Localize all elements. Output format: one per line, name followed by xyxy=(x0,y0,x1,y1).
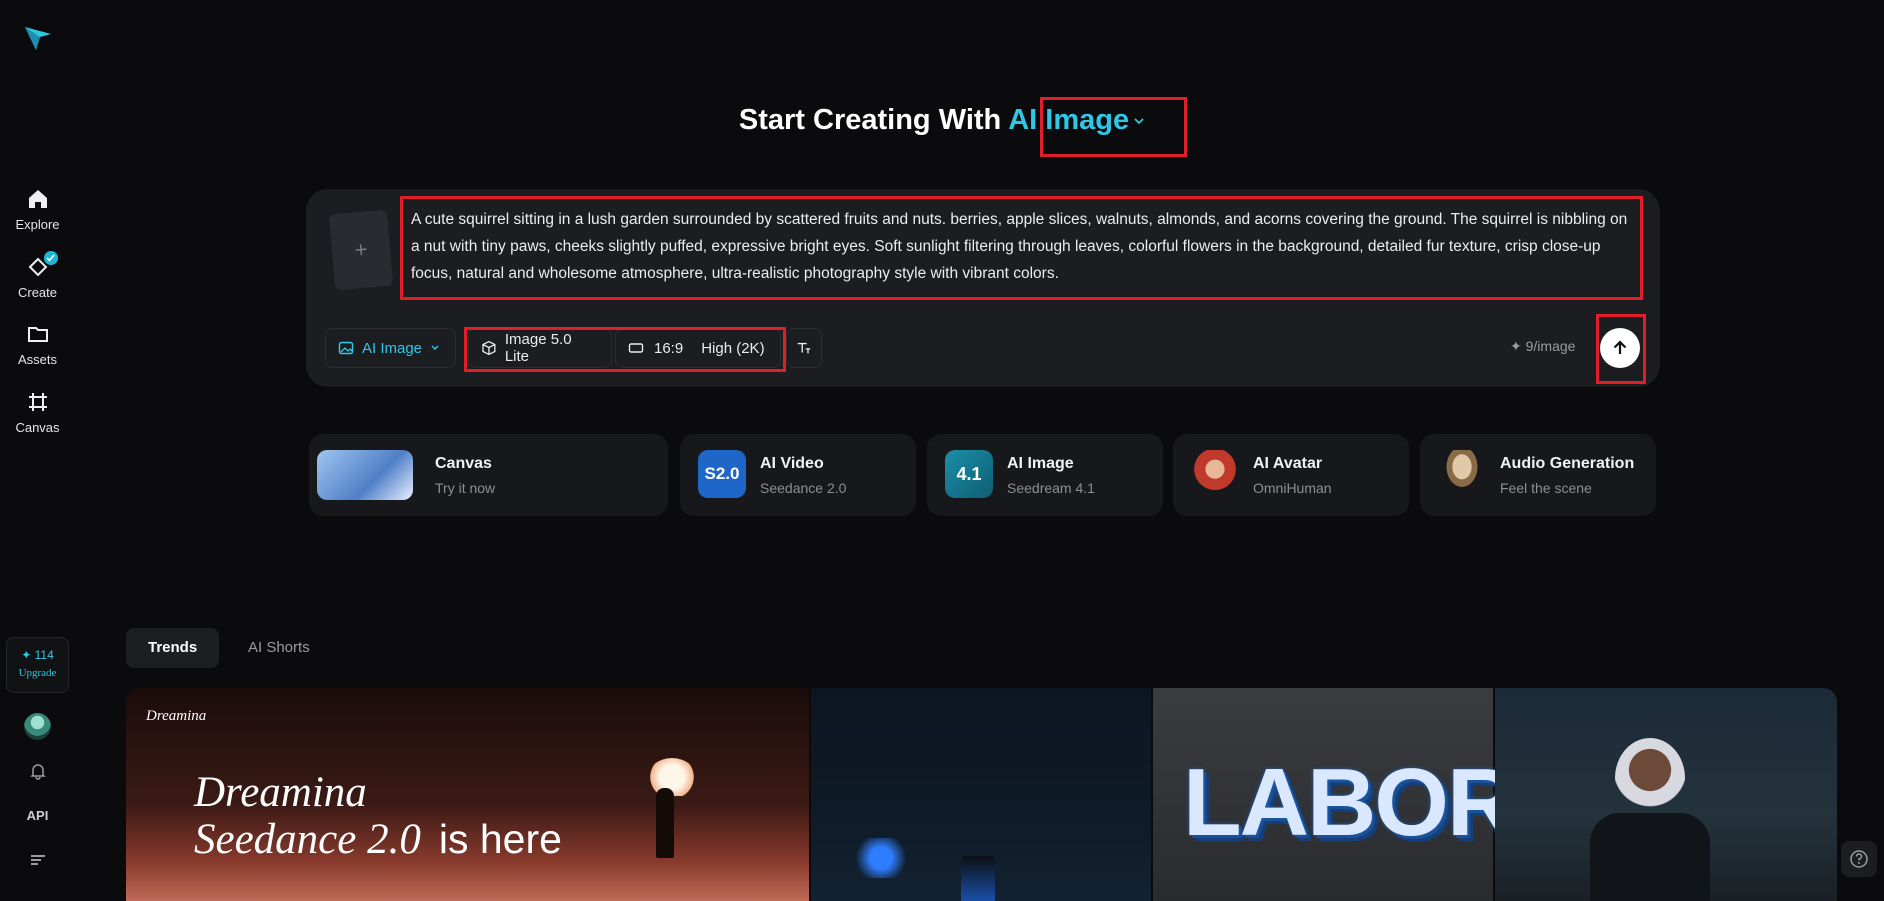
mode-dropdown-label: AI Image xyxy=(1008,104,1130,136)
image-icon xyxy=(338,341,354,355)
gallery-tile-perfume[interactable] xyxy=(811,688,1151,901)
labor-day-text: LABOR xyxy=(1183,749,1516,856)
sidebar-item-create[interactable]: Create xyxy=(0,249,75,300)
brand-logo: Dreamina xyxy=(146,708,207,724)
create-badge-icon xyxy=(41,249,60,267)
feature-card-ai-image[interactable]: 4.1 AI Image Seedream 4.1 xyxy=(927,434,1163,516)
page-title: Start Creating With AI Image xyxy=(0,104,1884,137)
promo-product: Seedance 2.0 xyxy=(194,816,421,863)
prompt-input[interactable]: A cute squirrel sitting in a lush garden… xyxy=(411,206,1636,287)
blue-flower-image xyxy=(851,838,911,878)
sidebar-item-label: Canvas xyxy=(15,420,60,435)
text-style-button[interactable] xyxy=(786,328,822,368)
mode-select-label: AI Image xyxy=(362,339,423,357)
trends-gallery: Dreamina Dreamina Seedance 2.0 is here LA… xyxy=(126,688,1837,901)
promo-line-2: Seedance 2.0 is here xyxy=(194,816,562,863)
aspect-ratio-icon xyxy=(628,343,644,353)
folder-icon xyxy=(27,327,48,342)
chevron-down-icon xyxy=(431,345,439,351)
sidebar-item-assets[interactable]: Assets xyxy=(0,322,75,367)
feature-title: AI Avatar xyxy=(1253,455,1323,472)
upgrade-label: Upgrade xyxy=(18,667,57,679)
help-button[interactable] xyxy=(1841,841,1877,877)
feature-subtitle: Try it now xyxy=(435,480,496,496)
promo-line-1: Dreamina xyxy=(194,769,367,816)
feature-title: AI Video xyxy=(760,455,824,472)
home-icon xyxy=(28,190,47,208)
person-silhouette-image xyxy=(656,788,674,858)
ratio-label: 16:9 xyxy=(654,339,684,357)
sidebar-item-explore[interactable]: Explore xyxy=(0,187,75,232)
feature-subtitle: Seedream 4.1 xyxy=(1007,480,1095,496)
chevron-down-icon xyxy=(1134,118,1144,125)
sidebar-item-label: Explore xyxy=(15,217,60,232)
ai-image-badge: 4.1 xyxy=(945,450,993,498)
canvas-thumbnail xyxy=(317,450,413,500)
feature-card-ai-video[interactable]: S2.0 AI Video Seedance 2.0 xyxy=(680,434,916,516)
promo-suffix: is here xyxy=(438,816,562,862)
sidebar-item-label: Create xyxy=(17,285,58,300)
mode-dropdown[interactable]: AI Image xyxy=(1008,104,1145,136)
quality-label: High (2K) xyxy=(701,339,765,357)
gallery-tile-labor-day[interactable]: LABOR xyxy=(1153,688,1516,901)
tab-trends[interactable]: Trends xyxy=(126,628,220,668)
create-icon-wrap xyxy=(26,249,60,279)
feature-card-canvas[interactable]: Canvas Try it now xyxy=(309,434,668,516)
generate-button[interactable] xyxy=(1600,328,1640,368)
arrow-up-icon xyxy=(1613,340,1627,354)
canvas-icon xyxy=(28,393,47,411)
ratio-quality-select[interactable]: 16:9 High (2K) xyxy=(615,328,781,368)
help-icon xyxy=(1850,850,1868,868)
text-icon xyxy=(797,342,811,354)
microphone-thumbnail xyxy=(1438,450,1486,498)
title-prefix: Start Creating With xyxy=(738,104,1002,136)
armor-image xyxy=(1590,813,1710,901)
feature-card-ai-avatar[interactable]: AI Avatar OmniHuman xyxy=(1173,434,1409,516)
model-select[interactable]: Image 5.0 Lite xyxy=(468,328,612,368)
sidebar-item-canvas[interactable]: Canvas xyxy=(0,390,75,435)
warrior-portrait-image xyxy=(1615,738,1685,818)
gallery-tile-promo[interactable]: Dreamina Dreamina Seedance 2.0 is here xyxy=(126,688,809,901)
cube-icon xyxy=(482,340,496,356)
avatar[interactable] xyxy=(24,713,51,740)
feature-subtitle: Feel the scene xyxy=(1500,480,1592,496)
avatar-thumbnail xyxy=(1191,450,1239,498)
ai-video-badge: S2.0 xyxy=(698,450,746,498)
feature-title: Canvas xyxy=(435,455,492,472)
mode-select[interactable]: AI Image xyxy=(325,328,456,368)
credits-upgrade-button[interactable]: ✦ 114 Upgrade xyxy=(6,637,69,693)
add-reference-image-button[interactable]: + xyxy=(328,209,394,291)
credits-count: ✦ 114 xyxy=(21,648,54,662)
tab-ai-shorts[interactable]: AI Shorts xyxy=(226,628,332,668)
cost-per-image: ✦ 9/image xyxy=(1510,338,1576,354)
feature-title: AI Image xyxy=(1007,455,1074,472)
sidebar-item-label: Assets xyxy=(17,352,57,367)
feature-subtitle: OmniHuman xyxy=(1253,480,1332,496)
bell-icon[interactable] xyxy=(29,762,47,780)
feature-card-audio-generation[interactable]: Audio Generation Feel the scene xyxy=(1420,434,1656,516)
api-link[interactable]: API xyxy=(0,808,75,823)
gallery-tile-warrior[interactable] xyxy=(1495,688,1837,901)
perfume-bottle-image xyxy=(961,856,995,901)
feature-title: Audio Generation xyxy=(1500,455,1635,472)
model-select-label: Image 5.0 Lite xyxy=(504,331,572,365)
feature-subtitle: Seedance 2.0 xyxy=(760,480,847,496)
app-logo-icon[interactable] xyxy=(22,22,54,54)
menu-icon[interactable] xyxy=(30,853,46,867)
